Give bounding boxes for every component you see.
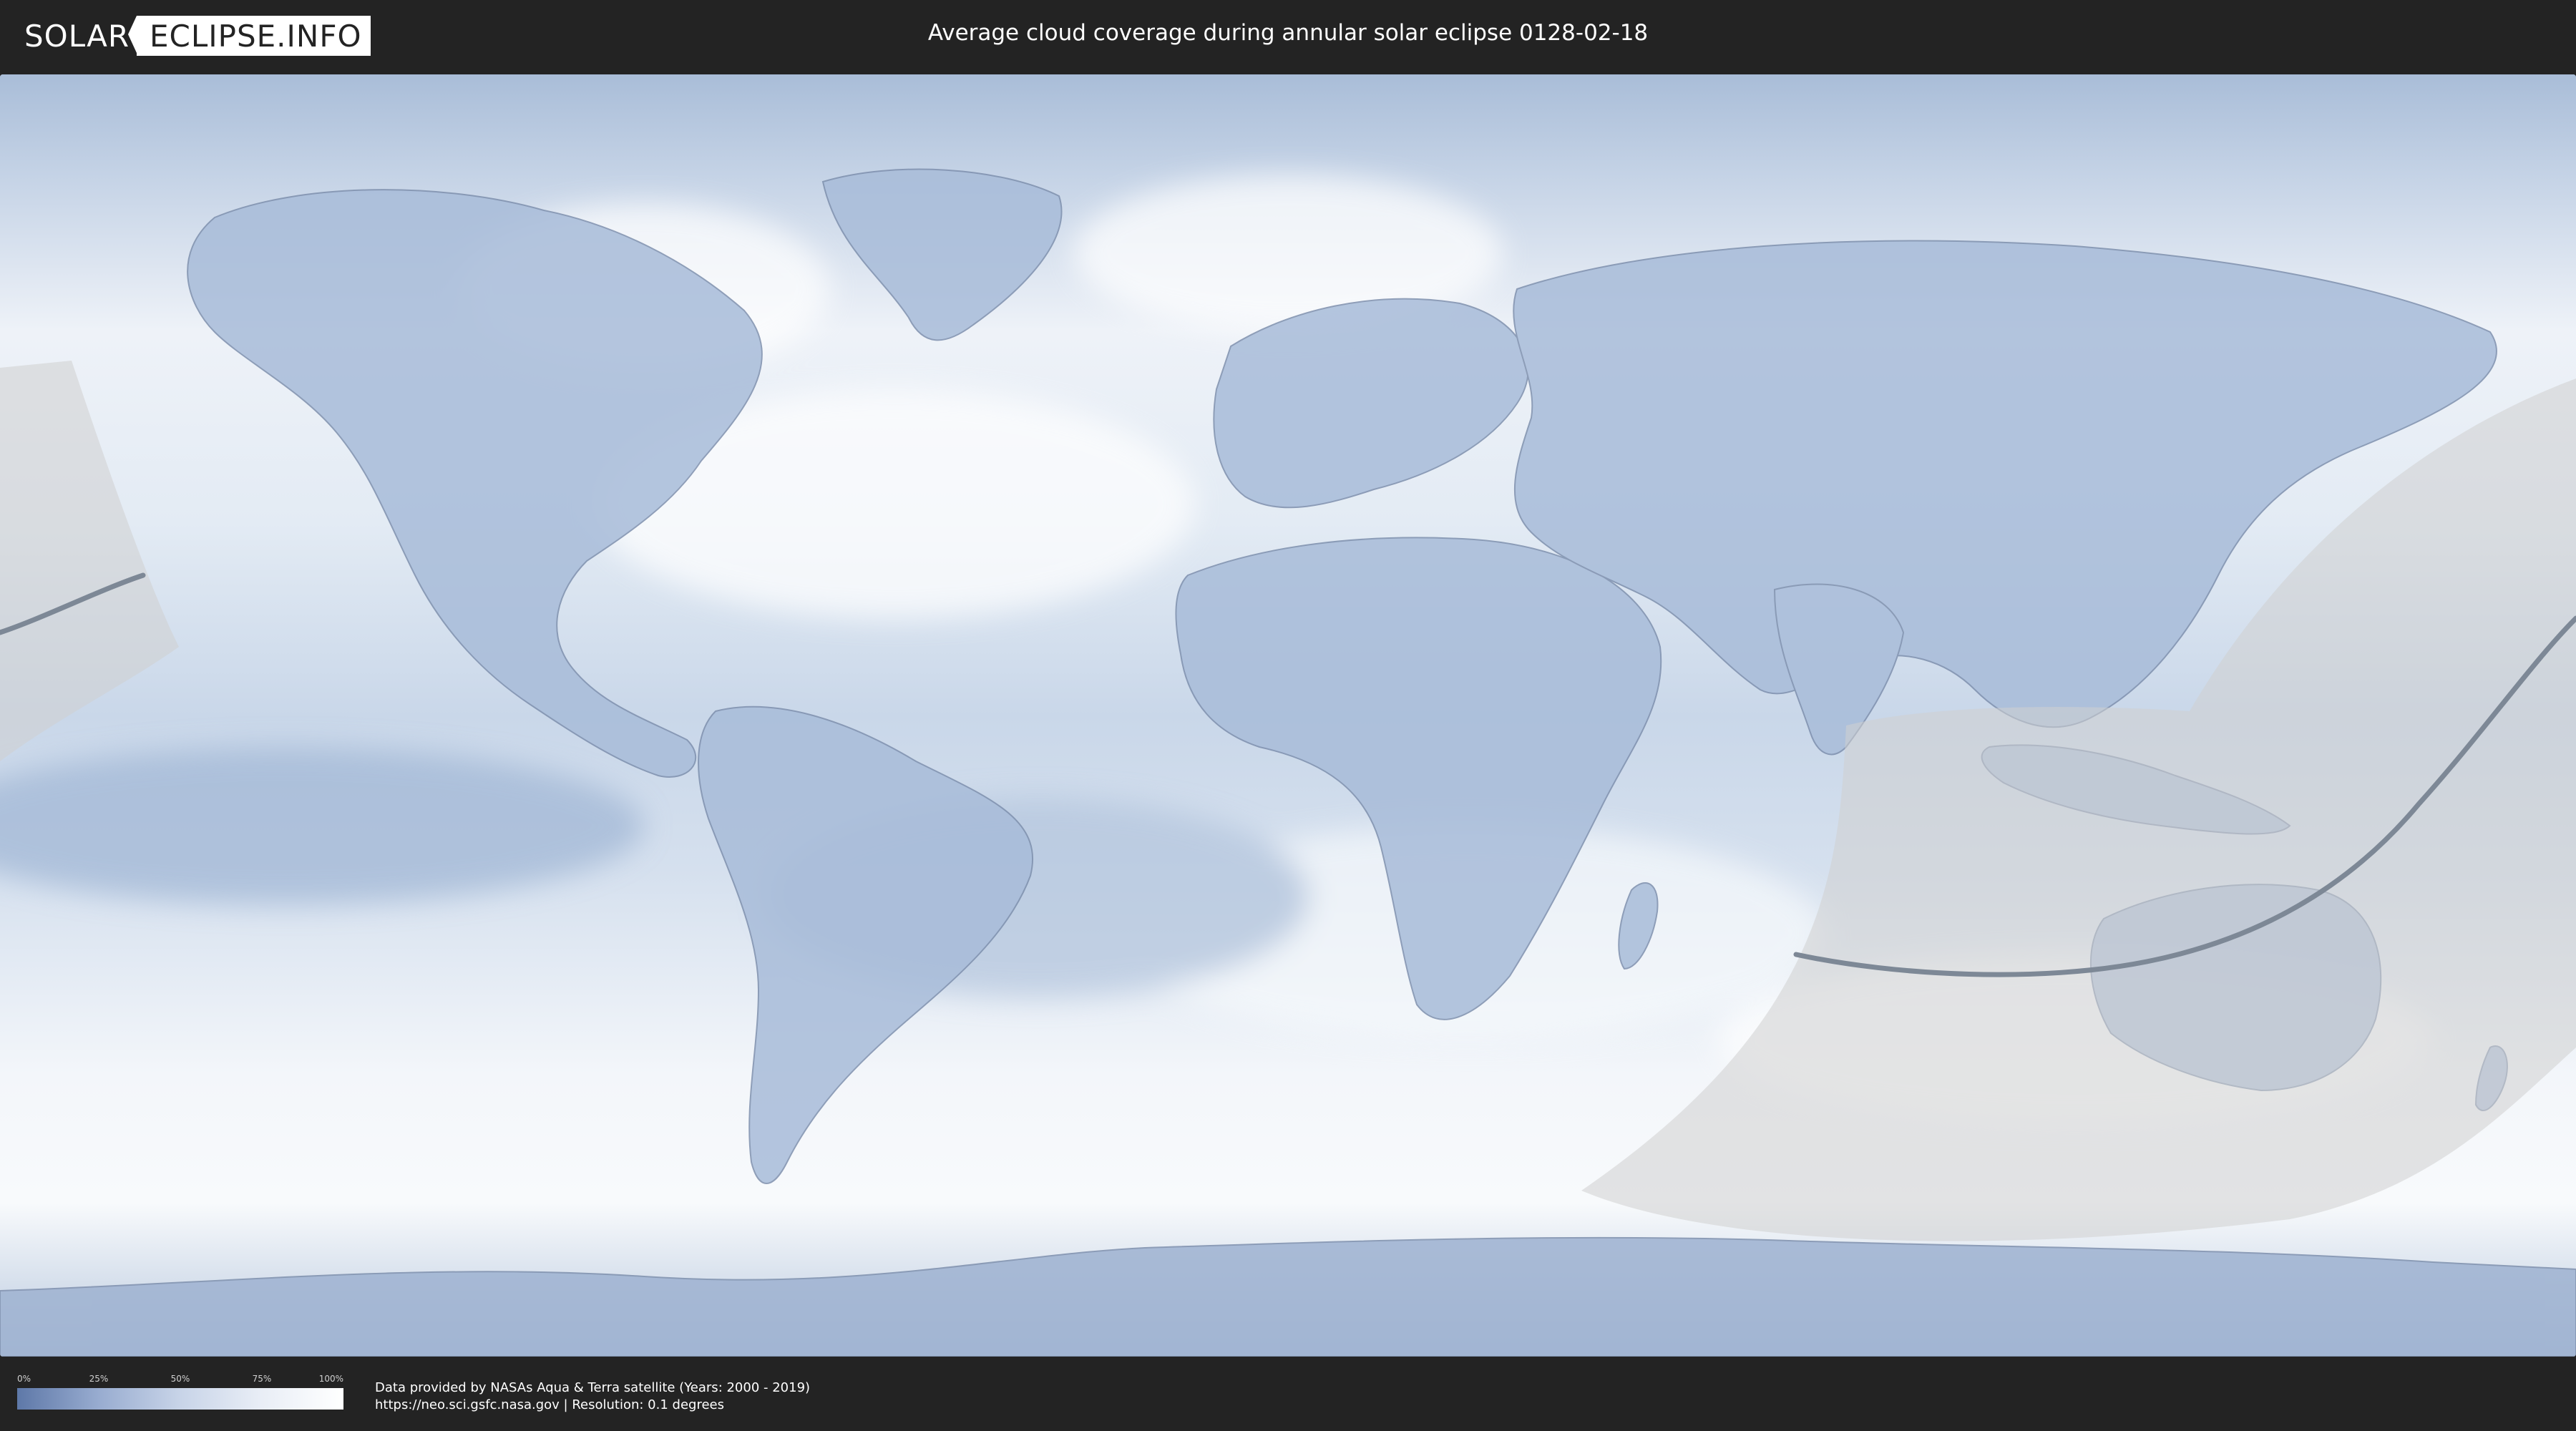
map-svg	[0, 74, 2576, 1357]
credits-line-1: Data provided by NASAs Aqua & Terra sate…	[375, 1380, 811, 1395]
legend-tick-25: 25%	[89, 1374, 109, 1384]
legend-gradient-bar	[17, 1388, 343, 1410]
page: SOLAR ECLIPSE.INFO Average cloud coverag…	[0, 0, 2576, 1431]
legend-ticks: 0% 25% 50% 75% 100%	[17, 1374, 343, 1387]
legend-tick-100: 100%	[318, 1374, 343, 1384]
credits-line-2: https://neo.sci.gsfc.nasa.gov | Resoluti…	[375, 1397, 724, 1412]
legend-tick-0: 0%	[17, 1374, 31, 1384]
header-bar: SOLAR ECLIPSE.INFO Average cloud coverag…	[0, 0, 2576, 72]
page-title: Average cloud coverage during annular so…	[927, 20, 1649, 46]
data-credits: Data provided by NASAs Aqua & Terra sate…	[375, 1379, 810, 1414]
footer-bar: 0% 25% 50% 75% 100% Data provided by NAS…	[0, 1359, 2576, 1431]
cloud-coverage-map	[0, 74, 2576, 1357]
legend-tick-75: 75%	[252, 1374, 272, 1384]
cloud-coverage-legend: 0% 25% 50% 75% 100%	[17, 1374, 343, 1417]
legend-tick-50: 50%	[170, 1374, 190, 1384]
